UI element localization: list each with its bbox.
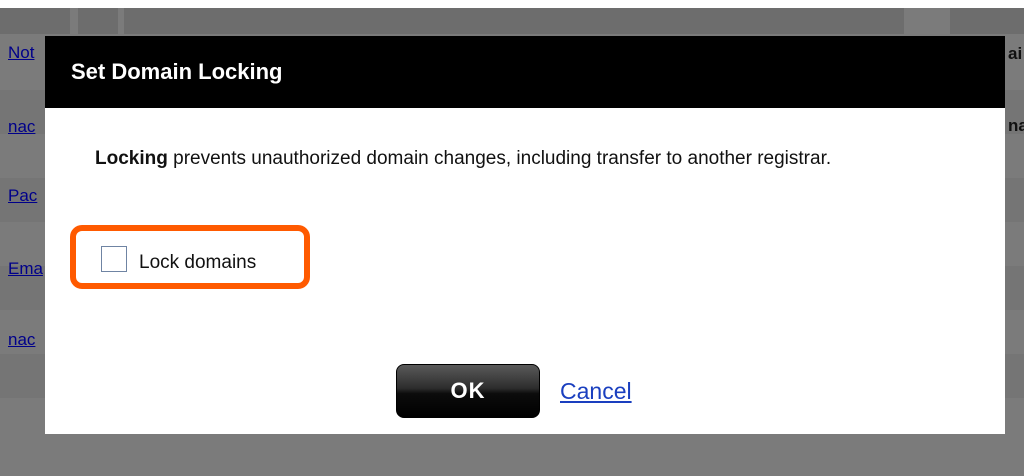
background-link[interactable]: Ema — [8, 259, 43, 279]
ok-button-label: OK — [450, 378, 486, 403]
dialog-header: Set Domain Locking — [45, 36, 1005, 108]
dialog-message: Locking prevents unauthorized domain cha… — [95, 144, 955, 173]
background-link[interactable]: Pac — [8, 186, 37, 206]
background-column-label: na — [1008, 116, 1024, 135]
background-column-label: ai — [1008, 44, 1023, 63]
ok-button[interactable]: OK — [396, 364, 540, 418]
message-bold-term: Locking — [95, 148, 168, 169]
lock-domains-label[interactable]: Lock domains — [139, 252, 256, 274]
cancel-link[interactable]: Cancel — [560, 378, 632, 405]
background-table-header-cell — [950, 8, 1024, 34]
message-text: prevents unauthorized domain changes, in… — [167, 148, 832, 169]
background-link[interactable]: nac — [8, 117, 35, 137]
background-table-header-cell — [78, 8, 118, 34]
background-table-header-cell — [124, 8, 904, 34]
background-top-bar — [0, 0, 1024, 8]
background-link[interactable]: nac — [8, 330, 35, 350]
background-table-header-cell — [0, 8, 70, 34]
background-link[interactable]: Not — [8, 43, 34, 63]
dialog-title: Set Domain Locking — [71, 59, 283, 84]
lock-domains-checkbox[interactable] — [101, 246, 127, 272]
